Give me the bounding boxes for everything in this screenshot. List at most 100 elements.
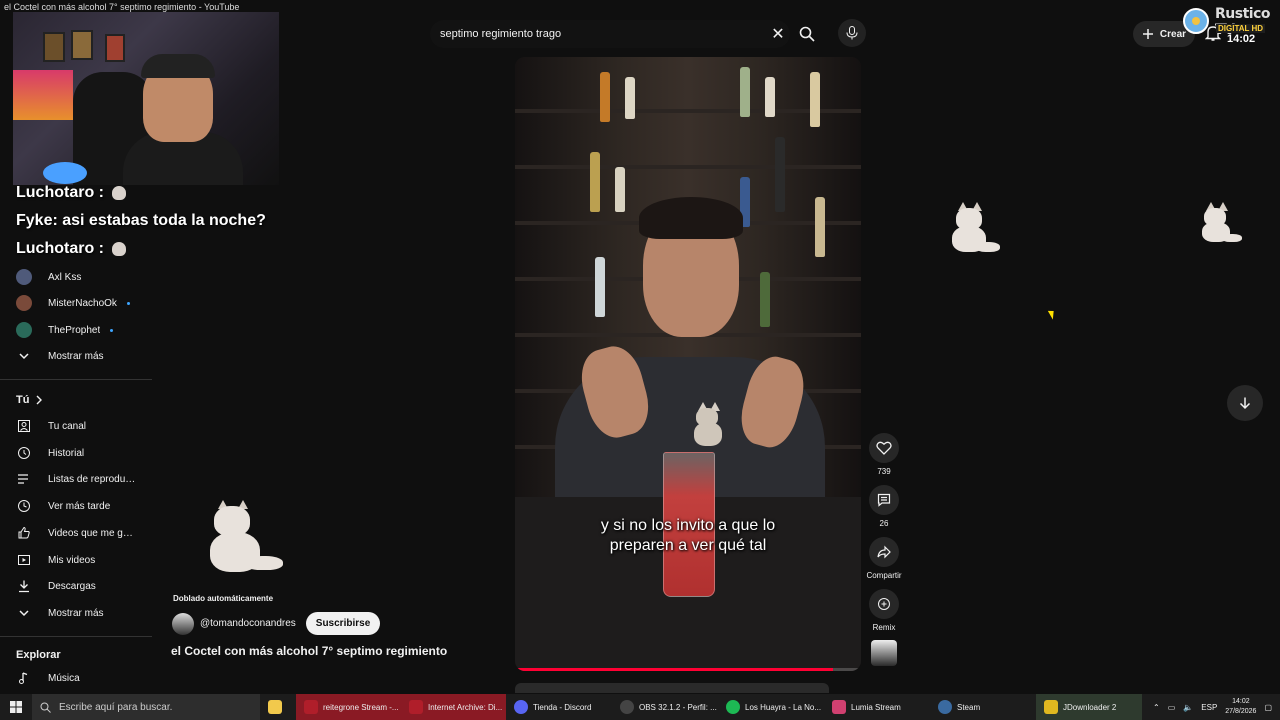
remix-button[interactable]: Remix (866, 589, 902, 632)
subscribe-button[interactable]: Suscribirse (305, 612, 381, 635)
sidebar-show-more[interactable]: Mostrar más (0, 343, 150, 369)
taskbar-app-explorer[interactable] (260, 694, 296, 720)
taskbar-app[interactable]: Lumia Stream (824, 694, 930, 720)
divider (0, 636, 152, 637)
sidebar-item-label: Mostrar más (48, 350, 104, 362)
taskbar-app[interactable]: Tienda - Discord (506, 694, 612, 720)
sidebar-item-history[interactable]: Historial (0, 440, 150, 466)
search-input[interactable] (430, 28, 766, 40)
subtitle-line: preparen a ver qué tal (609, 537, 767, 554)
sidebar-item-liked-videos[interactable]: Videos que me gustan (0, 520, 150, 546)
heart-icon (876, 441, 892, 455)
chat-text: : (98, 184, 104, 201)
sidebar-item-subscription[interactable]: MisterNachoOk (0, 290, 150, 316)
arrow-down-icon (1239, 397, 1251, 410)
windows-logo-icon (10, 701, 22, 713)
chat-text: : asi estabas toda la noche? (52, 212, 266, 229)
taskbar-clock[interactable]: 14:02 27/8/2026 (1225, 697, 1256, 717)
live-dot-icon (110, 328, 114, 332)
sidebar-item-your-channel[interactable]: Tu canal (0, 413, 150, 439)
comment-count: 26 (879, 519, 889, 528)
chat-message: Luchotaro : (16, 240, 127, 258)
sidebar-item-subscription[interactable]: Axl Kss (0, 264, 150, 290)
network-icon[interactable]: ▭ (1168, 703, 1176, 712)
taskbar-app-label: Steam (957, 702, 981, 712)
taskbar-app[interactable]: reitegrone Stream -... (296, 694, 401, 720)
obs-icon (620, 700, 634, 714)
share-icon (877, 545, 891, 559)
search-icon (799, 26, 815, 42)
sidebar-item-watch-later[interactable]: Ver más tarde (0, 493, 150, 519)
thumbs-up-icon (16, 525, 32, 541)
chat-text: : (98, 240, 104, 257)
voice-search-button[interactable] (838, 19, 866, 47)
comments-button[interactable]: 26 (866, 485, 902, 528)
sidebar-show-more[interactable]: Mostrar más (0, 600, 150, 626)
taskbar-app[interactable]: Los Huayra - La No... (718, 694, 824, 720)
subtitle-line: y si no los invito a que lo (600, 517, 776, 534)
channel-handle[interactable]: @tomandoconandres (200, 618, 296, 629)
share-label: Compartir (866, 571, 902, 580)
avatar (16, 295, 32, 311)
folder-icon (268, 700, 282, 714)
avatar[interactable] (172, 612, 194, 635)
sidebar-item-label: Videos que me gustan (48, 527, 138, 539)
sidebar-item-label: TheProphet (48, 324, 101, 336)
volume-icon[interactable]: 🔈 (1183, 703, 1193, 712)
sidebar-item-label: Música (48, 672, 80, 684)
sidebar-item-downloads[interactable]: Descargas (0, 573, 150, 599)
cat-sticker-icon (688, 402, 732, 450)
next-video-preview[interactable] (515, 683, 829, 693)
plus-icon (1142, 29, 1153, 39)
taskbar-search[interactable]: Escribe aquí para buscar. (32, 694, 260, 720)
remix-icon (878, 598, 890, 610)
sidebar-item-label: Historial (48, 447, 85, 459)
browser-icon (304, 700, 318, 714)
spotify-icon (726, 700, 740, 714)
next-short-button[interactable] (1227, 385, 1263, 421)
tv-logo-clock: 14:02 (1227, 33, 1256, 45)
sidebar-item-music[interactable]: Música (0, 665, 150, 691)
video-icon (16, 552, 32, 568)
start-button[interactable] (0, 694, 32, 720)
taskbar-app[interactable]: Internet Archive: Di... (401, 694, 506, 720)
steam-icon (938, 700, 952, 714)
sidebar-section-explore: Explorar (16, 649, 61, 661)
search-icon (40, 702, 51, 713)
divider (0, 379, 152, 380)
sidebar-item-label: Mostrar más (48, 607, 104, 619)
video-progress-bar[interactable] (515, 668, 861, 671)
clear-search-icon[interactable]: ✕ (766, 22, 790, 46)
mouse-cursor-icon (1047, 308, 1058, 320)
video-subtitles: y si no los invito a que lo preparen a v… (515, 516, 861, 556)
music-icon (16, 670, 32, 686)
chevron-up-icon[interactable]: ⌃ (1153, 703, 1160, 712)
share-button[interactable]: Compartir (866, 537, 902, 580)
taskbar-app-label: Los Huayra - La No... (745, 702, 822, 712)
search-button[interactable] (792, 20, 822, 48)
sidebar-item-my-videos[interactable]: Mis videos (0, 547, 150, 573)
taskbar-search-placeholder: Escribe aquí para buscar. (59, 701, 173, 713)
cat-emote-icon (112, 241, 127, 256)
sidebar-item-playlists[interactable]: Listas de reproducción (0, 466, 150, 492)
sidebar-item-label: Axl Kss (48, 271, 82, 283)
chat-user: Luchotaro (16, 240, 95, 257)
taskbar-app[interactable]: JDownloader 2 (1036, 694, 1142, 720)
taskbar-app-label: JDownloader 2 (1063, 702, 1117, 712)
like-button[interactable]: 739 (866, 433, 902, 476)
taskbar-app-label: OBS 32.1.2 - Perfil: ... (639, 702, 717, 712)
notification-icon[interactable]: ▢ (1264, 703, 1272, 712)
cat-sticker-icon (946, 200, 1002, 256)
language-indicator[interactable]: ESP (1201, 703, 1217, 712)
sidebar-section-you[interactable]: Tú (16, 394, 43, 406)
taskbar-app[interactable]: Steam (930, 694, 1036, 720)
webcam-overlay (13, 12, 279, 185)
playlists-icon (16, 471, 32, 487)
section-heading: Tú (16, 394, 30, 406)
channel-avatar[interactable] (871, 640, 897, 666)
taskbar-app[interactable]: OBS 32.1.2 - Perfil: ... (612, 694, 718, 720)
short-video-player[interactable]: y si no los invito a que lo preparen a v… (515, 57, 861, 671)
avatar (16, 322, 32, 338)
video-title[interactable]: el Coctel con más alcohol 7° septimo reg… (171, 644, 447, 658)
sidebar-item-subscription[interactable]: TheProphet (0, 317, 150, 343)
